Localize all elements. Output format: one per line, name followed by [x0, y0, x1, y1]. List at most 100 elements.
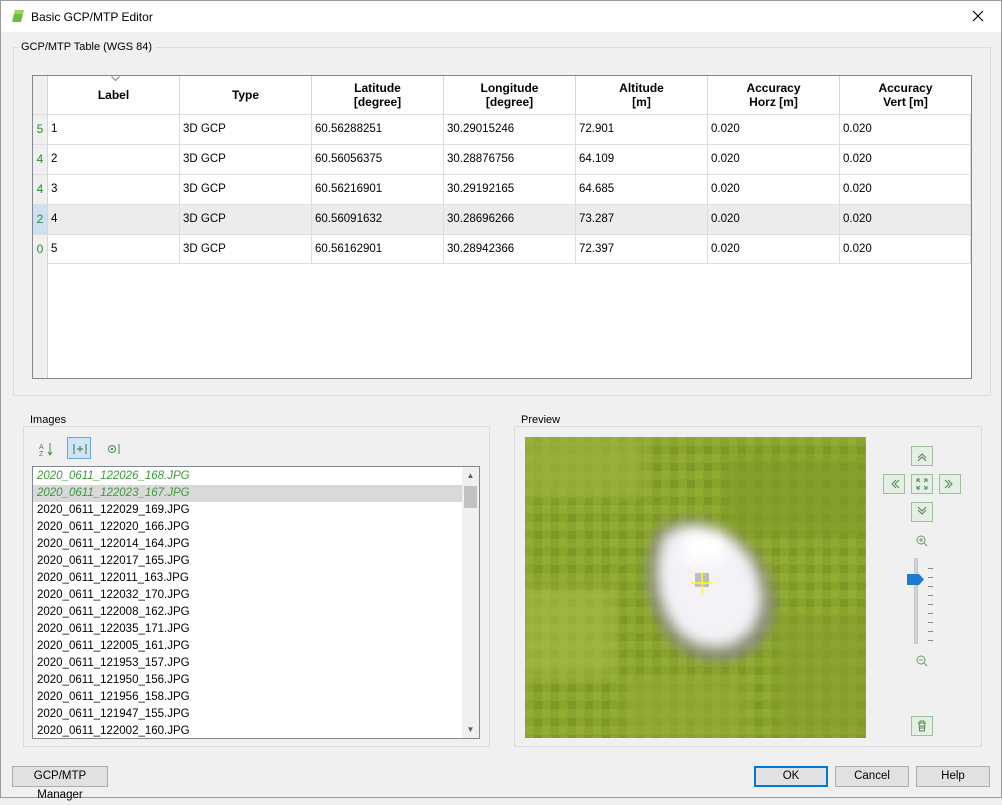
scrollbar-thumb[interactable]: [464, 486, 477, 508]
fit-view-button[interactable]: [911, 474, 933, 494]
cell-accuracy-horz[interactable]: 0.020: [708, 175, 840, 204]
list-item[interactable]: 2020_0611_122029_169.JPG: [33, 502, 463, 519]
list-item[interactable]: 2020_0611_122032_170.JPG: [33, 587, 463, 604]
cell-accuracy-horz[interactable]: 0.020: [708, 145, 840, 174]
cell-longitude[interactable]: 30.28942366: [444, 235, 576, 264]
pan-down-icon: [917, 506, 927, 515]
cell-label[interactable]: 2: [48, 145, 180, 174]
preview-image[interactable]: [525, 437, 866, 738]
slider-tick: [928, 631, 933, 632]
row-observation-count[interactable]: 4: [33, 175, 48, 204]
cell-label[interactable]: 1: [48, 115, 180, 144]
cell-altitude[interactable]: 73.287: [576, 205, 708, 234]
gcp-table[interactable]: Label Type Latitude [degree] Longitude [de…: [32, 75, 972, 379]
column-header-latitude[interactable]: Latitude [degree]: [312, 76, 444, 114]
cell-type[interactable]: 3D GCP: [180, 175, 312, 204]
svg-text:A: A: [39, 444, 44, 451]
zoom-in-icon[interactable]: [915, 534, 929, 548]
list-item[interactable]: 2020_0611_122008_162.JPG: [33, 604, 463, 621]
scroll-up-icon[interactable]: ▲: [462, 467, 479, 484]
cell-accuracy-vert[interactable]: 0.020: [840, 145, 971, 174]
list-item[interactable]: 2020_0611_122035_171.JPG: [33, 621, 463, 638]
cell-latitude[interactable]: 60.56091632: [312, 205, 444, 234]
help-button[interactable]: Help: [916, 766, 990, 787]
filter-marked-button[interactable]: [67, 437, 91, 459]
list-item[interactable]: 2020_0611_122017_165.JPG: [33, 553, 463, 570]
cell-longitude[interactable]: 30.28696266: [444, 205, 576, 234]
cell-latitude[interactable]: 60.56216901: [312, 175, 444, 204]
cell-accuracy-horz[interactable]: 0.020: [708, 115, 840, 144]
row-observation-count[interactable]: 2: [33, 205, 48, 234]
row-observation-count[interactable]: 0: [33, 235, 48, 264]
cell-latitude[interactable]: 60.56056375: [312, 145, 444, 174]
column-header-label[interactable]: Label: [48, 76, 180, 114]
column-header-altitude[interactable]: Altitude [m]: [576, 76, 708, 114]
pan-right-button[interactable]: [939, 474, 961, 494]
list-item[interactable]: 2020_0611_121947_155.JPG: [33, 706, 463, 723]
list-item[interactable]: 2020_0611_122026_168.JPG: [33, 468, 463, 485]
cell-accuracy-vert[interactable]: 0.020: [840, 115, 971, 144]
cell-latitude[interactable]: 60.56162901: [312, 235, 444, 264]
cell-label[interactable]: 4: [48, 205, 180, 234]
ok-button[interactable]: OK: [754, 766, 828, 787]
list-item[interactable]: 2020_0611_122005_161.JPG: [33, 638, 463, 655]
cell-longitude[interactable]: 30.29192165: [444, 175, 576, 204]
list-item[interactable]: 2020_0611_122011_163.JPG: [33, 570, 463, 587]
cell-altitude[interactable]: 72.901: [576, 115, 708, 144]
cell-longitude[interactable]: 30.28876756: [444, 145, 576, 174]
row-observation-count[interactable]: 5: [33, 115, 48, 144]
list-item[interactable]: 2020_0611_121956_158.JPG: [33, 689, 463, 706]
cell-accuracy-vert[interactable]: 0.020: [840, 175, 971, 204]
cell-accuracy-vert[interactable]: 0.020: [840, 205, 971, 234]
title-bar[interactable]: Basic GCP/MTP Editor: [1, 1, 1001, 32]
images-list[interactable]: 2020_0611_122026_168.JPG 2020_0611_12202…: [32, 466, 480, 739]
cell-label[interactable]: 5: [48, 235, 180, 264]
list-item[interactable]: 2020_0611_121953_157.JPG: [33, 655, 463, 672]
pan-left-button[interactable]: [883, 474, 905, 494]
list-item[interactable]: 2020_0611_122020_166.JPG: [33, 519, 463, 536]
column-header-accuracy-horz[interactable]: Accuracy Horz [m]: [708, 76, 840, 114]
column-header-longitude[interactable]: Longitude [degree]: [444, 76, 576, 114]
images-list-scrollbar[interactable]: ▲ ▼: [462, 467, 479, 738]
cell-altitude[interactable]: 64.685: [576, 175, 708, 204]
camera-filter-button[interactable]: [101, 437, 125, 459]
cell-label[interactable]: 3: [48, 175, 180, 204]
list-item[interactable]: 2020_0611_121950_156.JPG: [33, 672, 463, 689]
table-row[interactable]: 4 2 3D GCP 60.56056375 30.28876756 64.10…: [33, 144, 971, 174]
cell-altitude[interactable]: 64.109: [576, 145, 708, 174]
table-row[interactable]: 4 3 3D GCP 60.56216901 30.29192165 64.68…: [33, 174, 971, 204]
table-row[interactable]: 5 1 3D GCP 60.56288251 30.29015246 72.90…: [33, 114, 971, 144]
pan-down-button[interactable]: [911, 502, 933, 522]
column-header-unit: [m]: [632, 95, 651, 109]
table-row-selected[interactable]: 2 4 3D GCP 60.56091632 30.28696266 73.28…: [33, 204, 971, 234]
table-row[interactable]: 0 5 3D GCP 60.56162901 30.28942366 72.39…: [33, 234, 971, 264]
zoom-slider-handle[interactable]: [907, 574, 925, 585]
list-item[interactable]: 2020_0611_122014_164.JPG: [33, 536, 463, 553]
column-header-type[interactable]: Type: [180, 76, 312, 114]
row-observation-count[interactable]: 4: [33, 145, 48, 174]
cell-type[interactable]: 3D GCP: [180, 145, 312, 174]
zoom-out-icon[interactable]: [915, 654, 929, 668]
column-header-accuracy-vert[interactable]: Accuracy Vert [m]: [840, 76, 971, 114]
cell-type[interactable]: 3D GCP: [180, 205, 312, 234]
cell-type[interactable]: 3D GCP: [180, 235, 312, 264]
cell-latitude[interactable]: 60.56288251: [312, 115, 444, 144]
cell-accuracy-horz[interactable]: 0.020: [708, 235, 840, 264]
list-item-selected[interactable]: 2020_0611_122023_167.JPG: [33, 485, 463, 502]
cell-accuracy-vert[interactable]: 0.020: [840, 235, 971, 264]
sort-az-button[interactable]: A Z: [33, 437, 57, 459]
list-item[interactable]: 2020_0611_122002_160.JPG: [33, 723, 463, 738]
scroll-down-icon[interactable]: ▼: [462, 721, 479, 738]
cancel-button[interactable]: Cancel: [835, 766, 909, 787]
cell-accuracy-horz[interactable]: 0.020: [708, 205, 840, 234]
gcp-mtp-manager-button[interactable]: GCP/MTP Manager: [12, 766, 108, 801]
slider-tick: [928, 568, 933, 569]
delete-marker-button[interactable]: [911, 716, 933, 736]
cell-altitude[interactable]: 72.397: [576, 235, 708, 264]
pan-up-icon: [917, 453, 927, 462]
close-button[interactable]: [956, 1, 1001, 32]
cell-longitude[interactable]: 30.29015246: [444, 115, 576, 144]
cell-type[interactable]: 3D GCP: [180, 115, 312, 144]
pan-up-button[interactable]: [911, 446, 933, 466]
zoom-slider-track[interactable]: [914, 558, 918, 644]
